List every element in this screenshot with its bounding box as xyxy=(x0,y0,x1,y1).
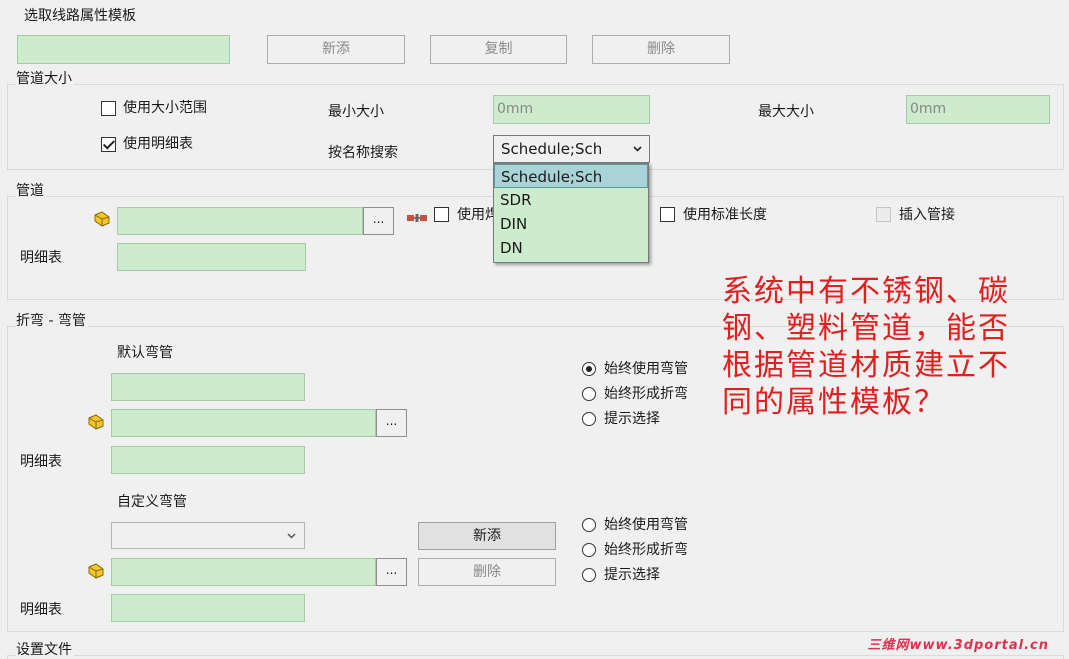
use-standard-length-label: 使用标准长度 xyxy=(683,207,767,223)
default-elbow-input[interactable] xyxy=(111,373,305,401)
search-by-name-label: 按名称搜索 xyxy=(328,145,398,161)
insert-fitting-label: 插入管接 xyxy=(899,207,955,223)
insert-fitting-checkbox[interactable] xyxy=(876,207,891,222)
use-fitting-checkbox[interactable] xyxy=(434,207,449,222)
custom-always-use-elbow-radio[interactable] xyxy=(582,518,596,532)
custom-elbow-delete-button[interactable]: 删除 xyxy=(418,558,556,586)
custom-elbow-browse-button[interactable]: ... xyxy=(376,558,407,586)
template-title: 选取线路属性模板 xyxy=(24,8,136,24)
watermark: 三维网www.3dportal.cn xyxy=(867,638,1049,653)
custom-always-bend-radio[interactable] xyxy=(582,543,596,557)
default-elbow-table-input[interactable] xyxy=(111,446,305,474)
annotation-line-2: 钢、塑料管道，能否 xyxy=(722,311,1010,346)
custom-always-bend-label: 始终形成折弯 xyxy=(604,542,688,558)
default-always-bend-label: 始终形成折弯 xyxy=(604,386,688,402)
use-table-checkbox[interactable] xyxy=(101,137,116,152)
pipe-part-input[interactable] xyxy=(117,207,363,235)
search-by-name-value: Schedule;Sch xyxy=(501,140,603,158)
default-always-use-elbow-label: 始终使用弯管 xyxy=(604,361,688,377)
part-icon xyxy=(88,414,104,430)
default-always-bend-radio[interactable] xyxy=(582,387,596,401)
dropdown-option-sdr[interactable]: SDR xyxy=(494,188,648,212)
custom-prompt-radio[interactable] xyxy=(582,568,596,582)
max-size-input[interactable]: 0mm xyxy=(906,95,1050,124)
template-copy-button[interactable]: 复制 xyxy=(430,35,567,64)
annotation-line-1: 系统中有不锈钢、碳 xyxy=(722,274,1010,309)
settings-section-title: 设置文件 xyxy=(16,641,74,659)
bend-section-title: 折弯 - 弯管 xyxy=(16,312,88,330)
pipe-table-input[interactable] xyxy=(117,243,306,271)
custom-elbow-table-input[interactable] xyxy=(111,594,305,622)
part-icon xyxy=(94,211,110,227)
template-delete-button[interactable]: 删除 xyxy=(592,35,730,64)
custom-elbow-add-button[interactable]: 新添 xyxy=(418,522,556,550)
custom-elbow-table-label: 明细表 xyxy=(20,602,62,618)
min-size-input[interactable]: 0mm xyxy=(493,95,650,124)
use-range-checkbox[interactable] xyxy=(101,101,116,116)
pipe-table-label: 明细表 xyxy=(20,250,62,266)
custom-elbow-title: 自定义弯管 xyxy=(117,494,187,510)
chevron-down-icon xyxy=(287,533,296,539)
use-table-label: 使用明细表 xyxy=(123,136,193,152)
fitting-icon xyxy=(407,214,427,222)
dropdown-option-dn[interactable]: DN xyxy=(494,236,648,260)
search-by-name-dropdown: Schedule;Sch SDR DIN DN xyxy=(493,163,649,263)
default-elbow-table-label: 明细表 xyxy=(20,454,62,470)
annotation-line-3: 根据管道材质建立不 xyxy=(722,348,1010,383)
size-section-title: 管道大小 xyxy=(16,70,74,88)
max-size-label: 最大大小 xyxy=(758,104,814,120)
default-elbow-part-input[interactable] xyxy=(111,409,376,437)
pipe-browse-button[interactable]: ... xyxy=(363,207,394,235)
use-range-label: 使用大小范围 xyxy=(123,100,207,116)
dropdown-option-schedule[interactable]: Schedule;Sch xyxy=(494,164,648,188)
default-prompt-label: 提示选择 xyxy=(604,411,660,427)
part-icon xyxy=(88,563,104,579)
custom-prompt-label: 提示选择 xyxy=(604,567,660,583)
default-prompt-radio[interactable] xyxy=(582,412,596,426)
template-add-button[interactable]: 新添 xyxy=(267,35,405,64)
pipe-section-title: 管道 xyxy=(16,182,46,200)
custom-elbow-select[interactable] xyxy=(111,522,305,549)
default-always-use-elbow-radio[interactable] xyxy=(582,362,596,376)
default-elbow-browse-button[interactable]: ... xyxy=(376,409,407,437)
search-by-name-select[interactable]: Schedule;Sch xyxy=(493,135,650,163)
use-standard-length-checkbox[interactable] xyxy=(660,207,675,222)
dropdown-option-din[interactable]: DIN xyxy=(494,212,648,236)
template-select-input[interactable] xyxy=(17,35,230,64)
annotation-line-4: 同的属性模板？ xyxy=(722,385,946,420)
custom-elbow-part-input[interactable] xyxy=(111,558,376,586)
chevron-down-icon xyxy=(633,146,642,152)
settings-section xyxy=(7,655,1064,659)
default-elbow-title: 默认弯管 xyxy=(117,345,173,361)
custom-always-use-elbow-label: 始终使用弯管 xyxy=(604,517,688,533)
min-size-label: 最小大小 xyxy=(328,104,384,120)
